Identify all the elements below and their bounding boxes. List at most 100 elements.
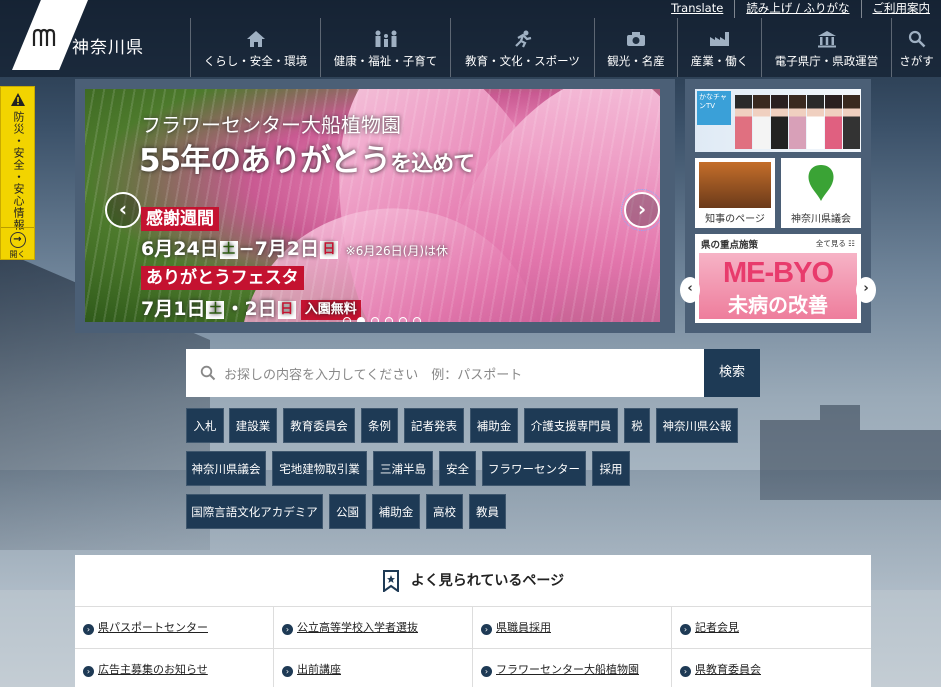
nav-item-living[interactable]: くらし・安全・環境 <box>190 18 320 77</box>
festa-dates: 7月1日土・2日日入園無料 <box>141 294 361 321</box>
main-nav: くらし・安全・環境 健康・福祉・子育て 教育・文化・スポーツ 観光・名産 産業・… <box>190 18 941 77</box>
tag-button[interactable]: 神奈川県議会 <box>186 451 266 486</box>
arrow-right-icon: › <box>680 624 691 635</box>
mebyo-banner[interactable]: ME-BYO 未病の改善 <box>699 253 857 319</box>
assembly-tile[interactable]: 神奈川県議会 <box>781 158 861 228</box>
search-placeholder: お探しの内容を入力してください 例：パスポート <box>224 367 523 383</box>
banner-prev-button[interactable]: ‹ <box>680 277 700 303</box>
nav-item-search[interactable]: さがす <box>891 18 941 77</box>
tag-button[interactable]: 安全 <box>439 451 476 486</box>
tag-button[interactable]: 採用 <box>592 451 630 486</box>
arrow-right-icon: › <box>83 666 94 677</box>
carousel-slide[interactable]: フラワーセンター大船植物園 55年のありがとうを込めて 感謝週間 6月24日土 −… <box>85 89 660 322</box>
nav-item-government[interactable]: 電子県庁・県政運営 <box>761 18 891 77</box>
tag-button[interactable]: 三浦半島 <box>373 451 433 486</box>
carousel-dot[interactable] <box>343 317 351 322</box>
tag-button[interactable]: 公園 <box>329 494 366 529</box>
tag-button[interactable]: 国際言語文化アカデミア <box>186 494 323 529</box>
carousel-dot[interactable] <box>413 317 421 322</box>
popular-link[interactable]: › 出前講座 <box>274 649 473 687</box>
chevron-left-icon: ‹ <box>118 197 128 221</box>
tag-button[interactable]: 条例 <box>361 408 398 443</box>
chevron-left-icon: ‹ <box>687 281 693 296</box>
tag-button[interactable]: 税 <box>624 408 650 443</box>
thanks-week-dates: 6月24日土 −7月2日日 ※6月26日(月)は休 <box>141 238 448 260</box>
runner-icon <box>514 30 531 48</box>
translate-link[interactable]: Translate <box>660 0 734 18</box>
tag-button[interactable]: 教員 <box>469 494 506 529</box>
carousel-dot[interactable] <box>357 317 365 322</box>
chevron-right-icon: › <box>863 281 869 296</box>
usage-guide-link[interactable]: ご利用案内 <box>860 0 941 18</box>
tag-button[interactable]: 補助金 <box>372 494 420 529</box>
tv-logo: かなチャンTV <box>697 91 731 125</box>
carousel-dot[interactable] <box>399 317 407 322</box>
nav-item-health[interactable]: 健康・福祉・子育て <box>320 18 450 77</box>
carousel-dot[interactable] <box>371 317 379 322</box>
family-icon <box>375 30 396 47</box>
utility-links: Translate 読み上げ / ふりがな ご利用案内 <box>660 0 941 18</box>
factory-icon <box>709 32 729 46</box>
house-icon <box>246 31 265 47</box>
site-header: 神奈川県 Translate 読み上げ / ふりがな ご利用案内 くらし・安全・… <box>0 0 941 77</box>
priority-policy-tile[interactable]: 県の重点施策 全て見る ☷ ME-BYO 未病の改善 <box>695 234 861 323</box>
tag-button[interactable]: 介護支援専門員 <box>524 408 618 443</box>
festa-badge: ありがとうフェスタ <box>141 266 304 290</box>
nav-item-tourism[interactable]: 観光・名産 <box>594 18 677 77</box>
arrow-right-icon: › <box>282 624 293 635</box>
slide-headline: 55年のありがとうを込めて <box>139 143 475 179</box>
disaster-tab-label: 防災・安全・安心情報 <box>12 111 25 231</box>
governor-page-tile[interactable]: 知事のページ <box>695 158 775 228</box>
popular-link[interactable]: › 県パスポートセンター <box>75 607 274 649</box>
tag-button[interactable]: 入札 <box>186 408 224 443</box>
main-carousel: フラワーセンター大船植物園 55年のありがとうを込めて 感謝週間 6月24日土 −… <box>75 79 675 333</box>
search-button[interactable]: 検索 <box>704 349 760 397</box>
government-building-icon <box>817 31 836 48</box>
popular-link[interactable]: › 広告主募集のお知らせ <box>75 649 274 687</box>
assembly-logo-icon <box>808 165 834 201</box>
see-all-link[interactable]: 全て見る ☷ <box>816 238 855 249</box>
tag-button[interactable]: 高校 <box>426 494 463 529</box>
slide-title: フラワーセンター大船植物園 <box>141 113 401 137</box>
banner-next-button[interactable]: › <box>856 277 876 303</box>
tag-button[interactable]: フラワーセンター <box>482 451 586 486</box>
tag-button[interactable]: 教育委員会 <box>283 408 355 443</box>
arrow-right-icon: → <box>9 232 26 248</box>
disaster-info-tab[interactable]: 防災・安全・安心情報 → 開く <box>0 86 35 260</box>
right-banner-panel: かなチャンTV 知事のページ 神奈川県議会 県の重点施策 全て見る ☷ ME-B… <box>680 79 876 333</box>
read-aloud-link[interactable]: 読み上げ / ふりがな <box>734 0 860 18</box>
nav-item-industry[interactable]: 産業・働く <box>677 18 761 77</box>
tag-button[interactable]: 建設業 <box>229 408 277 443</box>
tag-button[interactable]: 宅地建物取引業 <box>272 451 367 486</box>
nav-item-education[interactable]: 教育・文化・スポーツ <box>450 18 594 77</box>
open-button[interactable]: → 開く <box>1 227 34 261</box>
site-search: お探しの内容を入力してください 例：パスポート 検索 <box>186 349 760 397</box>
search-input[interactable]: お探しの内容を入力してください 例：パスポート <box>186 349 704 397</box>
search-icon <box>200 365 216 381</box>
arrow-right-icon: › <box>282 666 293 677</box>
popular-link[interactable]: › 公立高等学校入学者選抜 <box>274 607 473 649</box>
site-logo[interactable]: 神奈川県 <box>0 0 190 77</box>
warning-icon <box>11 93 25 106</box>
popular-pages-heading: よく見られているページ <box>75 555 871 607</box>
arrow-right-icon: › <box>680 666 691 677</box>
logo-text: 神奈川県 <box>72 38 144 58</box>
arrow-right-icon: › <box>481 666 492 677</box>
popular-link[interactable]: › 県教育委員会 <box>672 649 871 687</box>
popular-link[interactable]: › 県職員採用 <box>473 607 672 649</box>
carousel-next-button[interactable]: › <box>621 189 660 231</box>
governor-photo <box>699 162 771 208</box>
popular-link[interactable]: › 記者会見 <box>672 607 871 649</box>
popular-link[interactable]: › フラワーセンター大船植物園 <box>473 649 672 687</box>
carousel-dot[interactable] <box>385 317 393 322</box>
thanks-week-badge: 感謝週間 <box>141 207 219 231</box>
kana-channel-tv-banner[interactable]: かなチャンTV <box>695 89 861 152</box>
arrow-right-icon: › <box>83 624 94 635</box>
popular-pages-section: よく見られているページ › 県パスポートセンター › 公立高等学校入学者選抜 › 県職… <box>75 555 871 687</box>
camera-icon <box>627 32 645 46</box>
bookmark-star-icon <box>382 570 399 592</box>
carousel-prev-button[interactable]: ‹ <box>105 192 141 228</box>
tag-button[interactable]: 記者発表 <box>404 408 464 443</box>
tag-button[interactable]: 補助金 <box>470 408 518 443</box>
tag-button[interactable]: 神奈川県公報 <box>656 408 738 443</box>
